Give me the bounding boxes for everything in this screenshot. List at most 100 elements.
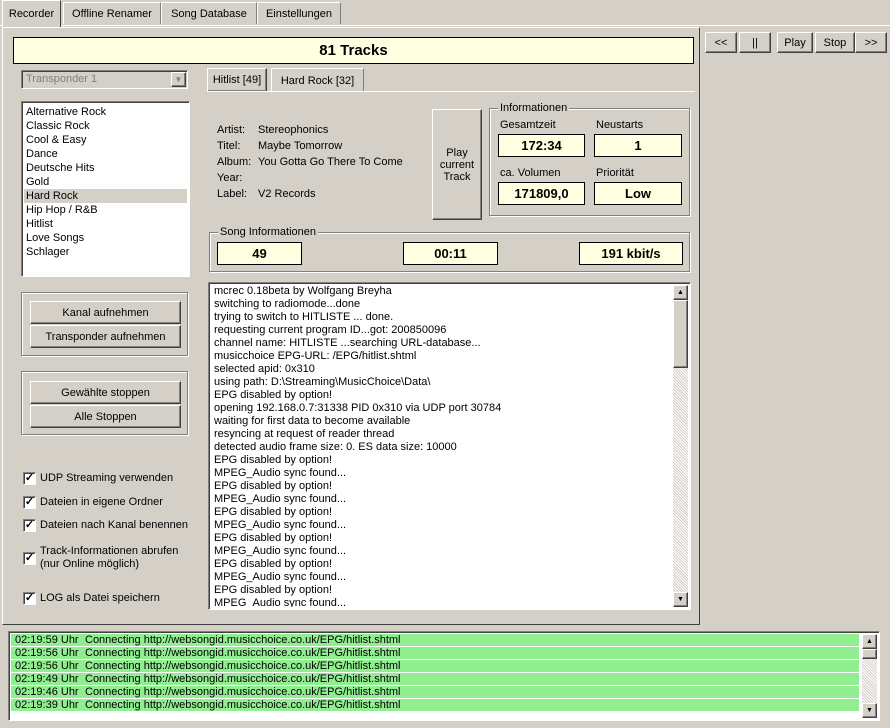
stop-button[interactable]: Stop xyxy=(815,32,855,53)
status-scroll-up-icon[interactable]: ▲ xyxy=(862,634,877,649)
log-line: MPEG_Audio sync found... xyxy=(214,571,347,583)
chevron-down-icon[interactable]: ▼ xyxy=(171,72,186,87)
log-line: EPG disabled by option! xyxy=(214,389,333,401)
option-udp[interactable]: ✓ UDP Streaming verwenden xyxy=(23,471,193,485)
channel-list-item[interactable]: Hard Rock xyxy=(24,189,187,203)
transponder-select[interactable]: Transponder 1 ▼ xyxy=(21,70,188,89)
record-channel-button[interactable]: Kanal aufnehmen xyxy=(30,301,181,324)
status-log-row: 02:19:59 Uhr Connecting http://websongid.… xyxy=(11,634,859,647)
channel-list-item[interactable]: Hitlist xyxy=(24,217,187,231)
volume-label: ca. Volumen xyxy=(500,167,561,179)
stop-group: Gewählte stoppen Alle Stoppen xyxy=(21,371,188,435)
option-log-file-label: LOG als Datei speichern xyxy=(40,592,160,604)
channel-list-item[interactable]: Deutsche Hits xyxy=(24,161,187,175)
channel-list-item[interactable]: Hip Hop / R&B xyxy=(24,203,187,217)
priority-label: Priorität xyxy=(596,167,634,179)
song-bitrate-value: 191 kbit/s xyxy=(579,242,683,265)
total-time-value: 172:34 xyxy=(498,134,585,157)
stop-all-button[interactable]: Alle Stoppen xyxy=(30,405,181,428)
priority-value: Low xyxy=(594,182,682,205)
volume-value: 171809,0 xyxy=(498,182,585,205)
status-log-time: 02:19:56 Uhr xyxy=(15,660,79,672)
title-label: Titel: xyxy=(217,140,241,152)
log-line: EPG disabled by option! xyxy=(214,480,333,492)
checkbox-folders[interactable]: ✓ xyxy=(23,495,36,509)
record-group: Kanal aufnehmen Transponder aufnehmen xyxy=(21,292,188,356)
info-group: Informationen Gesamtzeit 172:34 Neustart… xyxy=(489,102,690,216)
tab-bar: Recorder Offline Renamer Song Database E… xyxy=(0,0,890,27)
channel-list-item[interactable]: Love Songs xyxy=(24,231,187,245)
channel-list-item[interactable]: Alternative Rock xyxy=(24,105,187,119)
play-button[interactable]: Play xyxy=(777,32,813,53)
status-log-row: 02:19:49 Uhr Connecting http://websongid.… xyxy=(11,673,859,686)
status-log-row: 02:19:46 Uhr Connecting http://websongid.… xyxy=(11,686,859,699)
log-scrollbar[interactable]: ▲ ▼ xyxy=(673,285,688,607)
log-line: trying to switch to HITLISTE ... done. xyxy=(214,311,394,323)
status-log-lines: 02:19:59 Uhr Connecting http://websongid.… xyxy=(11,634,859,720)
option-folders[interactable]: ✓ Dateien in eigene Ordner xyxy=(23,495,193,509)
record-transponder-button[interactable]: Transponder aufnehmen xyxy=(30,325,181,348)
log-scroll-down-icon[interactable]: ▼ xyxy=(673,592,688,607)
tab-offline-renamer[interactable]: Offline Renamer xyxy=(63,2,161,24)
option-folders-label: Dateien in eigene Ordner xyxy=(40,496,163,508)
status-scroll-thumb[interactable] xyxy=(862,649,877,659)
channel-list[interactable]: Alternative Rock Classic Rock Cool & Easy D… xyxy=(21,101,190,277)
status-scrollbar[interactable]: ▲ ▼ xyxy=(862,634,877,718)
option-name-by-channel-label: Dateien nach Kanal benennen xyxy=(40,519,189,531)
status-log-row: 02:19:39 Uhr Connecting http://websongid.… xyxy=(11,699,859,712)
year-label: Year: xyxy=(217,172,243,184)
pause-button[interactable]: || xyxy=(739,32,771,53)
info-group-title: Informationen xyxy=(498,102,570,114)
channel-tab-hard-rock[interactable]: Hard Rock [32] xyxy=(271,68,364,92)
log-line: MPEG_Audio sync found... xyxy=(214,467,347,479)
restarts-label: Neustarts xyxy=(596,119,644,131)
channel-list-item[interactable]: Classic Rock xyxy=(24,119,187,133)
tab-recorder[interactable]: Recorder xyxy=(2,0,61,27)
option-track-info[interactable]: ✓ Track-Informationen abrufen (nur Online… xyxy=(23,544,198,572)
title-value: Maybe Tomorrow xyxy=(258,140,343,152)
track-count-display: 81 Tracks xyxy=(13,37,694,64)
log-scroll-thumb[interactable] xyxy=(673,300,688,368)
status-log-time: 02:19:39 Uhr xyxy=(15,699,79,711)
status-scroll-down-icon[interactable]: ▼ xyxy=(862,703,877,718)
channel-list-item[interactable]: Gold xyxy=(24,175,187,189)
log-line: musicchoice EPG-URL: /EPG/hitlist.shtml xyxy=(214,350,417,362)
status-log-time: 02:19:49 Uhr xyxy=(15,673,79,685)
option-log-file[interactable]: ✓ LOG als Datei speichern xyxy=(23,591,193,605)
log-scroll-up-icon[interactable]: ▲ xyxy=(673,285,688,300)
status-log-time: 02:19:46 Uhr xyxy=(15,686,79,698)
channel-list-item[interactable]: Cool & Easy xyxy=(24,133,187,147)
next-button[interactable]: >> xyxy=(855,32,887,53)
checkbox-udp[interactable]: ✓ xyxy=(23,471,36,485)
checkbox-track-info[interactable]: ✓ xyxy=(23,551,36,565)
channel-list-item[interactable]: Schlager xyxy=(24,245,187,259)
prev-button[interactable]: << xyxy=(705,32,737,53)
album-value: You Gotta Go There To Come xyxy=(258,156,403,168)
status-log-row: 02:19:56 Uhr Connecting http://websongid.… xyxy=(11,660,859,673)
play-current-track-button[interactable]: Play current Track xyxy=(432,109,482,220)
stop-selected-button[interactable]: Gewählte stoppen xyxy=(30,381,181,404)
log-line: MPEG_Audio sync found... xyxy=(214,493,347,505)
checkbox-log-file[interactable]: ✓ xyxy=(23,591,36,605)
status-log[interactable]: 02:19:59 Uhr Connecting http://websongid.… xyxy=(8,631,880,721)
total-time-label: Gesamtzeit xyxy=(500,119,556,131)
channel-tab-hitlist[interactable]: Hitlist [49] xyxy=(207,68,267,92)
log-line: opening 192.168.0.7:31338 PID 0x310 via … xyxy=(214,402,502,414)
track-info: Artist: Stereophonics Titel: Maybe Tomorro… xyxy=(217,122,427,202)
song-time-value: 00:11 xyxy=(403,242,498,265)
checkbox-name-by-channel[interactable]: ✓ xyxy=(23,518,36,532)
tab-song-database[interactable]: Song Database xyxy=(161,2,257,24)
log-box[interactable]: mcrec 0.18beta by Wolfgang Breyha switchi… xyxy=(208,282,691,610)
log-line: detected audio frame size: 0. ES data si… xyxy=(214,441,457,453)
log-line: MPEG_Audio sync found... xyxy=(214,545,347,557)
transponder-select-value: Transponder 1 xyxy=(26,73,98,85)
log-line: using path: D:\Streaming\MusicChoice\Dat… xyxy=(214,376,431,388)
tab-einstellungen[interactable]: Einstellungen xyxy=(257,2,341,24)
option-name-by-channel[interactable]: ✓ Dateien nach Kanal benennen xyxy=(23,518,198,532)
channel-list-item[interactable]: Dance xyxy=(24,147,187,161)
log-line: EPG disabled by option! xyxy=(214,454,333,466)
channel-tab-line xyxy=(207,91,695,92)
status-log-text: Connecting http://websongid.musicchoice.… xyxy=(85,660,401,672)
log-line: requesting current program ID...got: 200… xyxy=(214,324,447,336)
record-label-label: Label: xyxy=(217,188,247,200)
